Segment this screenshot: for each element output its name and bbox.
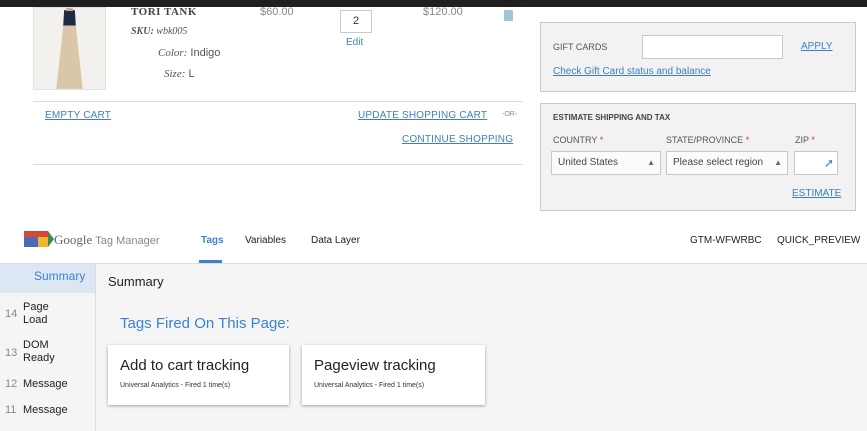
gtm-debug-panel: Summary 14 Page Load 13 DOM Ready 12 Mes… bbox=[0, 264, 867, 431]
zip-label: ZIP * bbox=[795, 135, 815, 145]
tab-data-layer[interactable]: Data Layer bbox=[311, 235, 360, 246]
country-label: COUNTRY * bbox=[553, 135, 603, 145]
sidebar-item-label: Page Load bbox=[23, 301, 49, 326]
country-label-text: COUNTRY bbox=[553, 135, 598, 145]
sidebar-item-label: DOM Ready bbox=[23, 339, 55, 364]
active-tab-indicator bbox=[199, 260, 222, 263]
sidebar-item-label: Message bbox=[23, 404, 68, 416]
zip-input[interactable]: ➚ bbox=[794, 151, 838, 175]
event-number: 13 bbox=[5, 347, 18, 359]
tag-name: Pageview tracking bbox=[314, 357, 436, 374]
product-image[interactable] bbox=[33, 7, 106, 90]
empty-cart-link[interactable]: EMPTY CART bbox=[45, 110, 111, 121]
required-mark: * bbox=[745, 135, 750, 145]
gift-cards-panel: GIFT CARDS APPLY Check Gift Card status … bbox=[540, 22, 856, 92]
divider bbox=[33, 164, 523, 165]
divider bbox=[33, 101, 523, 102]
tag-card[interactable]: Pageview tracking Universal Analytics - … bbox=[302, 345, 485, 405]
remove-item-icon[interactable] bbox=[504, 10, 513, 21]
required-mark: * bbox=[811, 135, 815, 145]
tag-card[interactable]: Add to cart tracking Universal Analytics… bbox=[108, 345, 289, 405]
zip-label-text: ZIP bbox=[795, 135, 809, 145]
event-number: 11 bbox=[5, 404, 17, 416]
tag-meta: Universal Analytics - Fired 1 time(s) bbox=[120, 382, 231, 389]
product-color: Color: Indigo bbox=[158, 47, 220, 59]
select-arrows-icon: ▲ bbox=[647, 158, 655, 167]
tag-meta: Universal Analytics - Fired 1 time(s) bbox=[314, 382, 425, 389]
or-separator: -OR- bbox=[502, 111, 518, 118]
event-number: 12 bbox=[5, 378, 18, 390]
sidebar-item-dom-ready[interactable]: 13 DOM Ready bbox=[0, 334, 95, 370]
gift-cards-label: GIFT CARDS bbox=[553, 42, 608, 52]
tags-fired-heading: Tags Fired On This Page: bbox=[120, 315, 290, 332]
update-cart-link[interactable]: UPDATE SHOPPING CART bbox=[358, 110, 487, 121]
quick-preview-label[interactable]: QUICK_PREVIEW bbox=[777, 235, 860, 246]
tab-tags[interactable]: Tags bbox=[201, 235, 224, 246]
sidebar-item-message[interactable]: 12 Message bbox=[0, 375, 95, 395]
sidebar-item-page-load[interactable]: 14 Page Load bbox=[0, 295, 95, 331]
page-title: Summary bbox=[108, 274, 164, 289]
sidebar-item-summary[interactable]: Summary bbox=[0, 264, 95, 293]
tab-variables[interactable]: Variables bbox=[245, 235, 286, 246]
country-select[interactable]: United States ▲ bbox=[551, 151, 661, 175]
gtm-brand: Google Tag Manager bbox=[54, 232, 160, 248]
edit-item-link[interactable]: Edit bbox=[346, 37, 363, 48]
size-value: L bbox=[188, 68, 195, 80]
product-name[interactable]: TORI TANK bbox=[131, 6, 197, 18]
event-number: 14 bbox=[5, 308, 18, 320]
tag-name: Add to cart tracking bbox=[120, 357, 250, 374]
state-label: STATE/PROVINCE * bbox=[666, 135, 749, 145]
product-photo-icon bbox=[34, 8, 105, 89]
gtm-debug-header: Google Tag Manager Tags Variables Data L… bbox=[0, 212, 867, 264]
brand-google: Google bbox=[54, 232, 93, 247]
autofill-key-icon: ➚ bbox=[823, 156, 834, 170]
estimate-shipping-panel: ESTIMATE SHIPPING AND TAX COUNTRY * STAT… bbox=[540, 103, 856, 211]
sku-value: wbk005 bbox=[156, 26, 188, 37]
sidebar-item-message[interactable]: 11 Message bbox=[0, 401, 95, 421]
item-price: $60.00 bbox=[260, 6, 294, 18]
sku-label: SKU: bbox=[131, 26, 154, 37]
sidebar-item-label: Message bbox=[23, 378, 68, 390]
country-value: United States bbox=[558, 157, 619, 168]
item-subtotal: $120.00 bbox=[423, 6, 463, 18]
shopping-cart-page: TORI TANK SKU: wbk005 Color: Indigo Size… bbox=[0, 0, 867, 212]
state-label-text: STATE/PROVINCE bbox=[666, 135, 744, 145]
product-size: Size: L bbox=[164, 68, 195, 80]
select-arrows-icon: ▲ bbox=[774, 158, 782, 167]
gift-card-input[interactable] bbox=[642, 35, 783, 59]
state-select[interactable]: Please select region ▲ bbox=[666, 151, 788, 175]
estimate-link[interactable]: ESTIMATE bbox=[792, 188, 841, 199]
state-value: Please select region bbox=[673, 157, 764, 168]
product-sku: SKU: wbk005 bbox=[131, 26, 187, 37]
color-label: Color: bbox=[158, 47, 188, 59]
continue-shopping-link[interactable]: CONTINUE SHOPPING bbox=[402, 134, 513, 145]
sidebar-item-label: Summary bbox=[34, 269, 86, 283]
required-mark: * bbox=[599, 135, 604, 145]
tag-manager-logo-icon bbox=[24, 231, 54, 247]
shipping-title: ESTIMATE SHIPPING AND TAX bbox=[553, 113, 671, 122]
apply-gift-card-link[interactable]: APPLY bbox=[801, 41, 833, 52]
container-id: GTM-WFWRBC bbox=[690, 235, 762, 246]
brand-tag-manager: Tag Manager bbox=[95, 235, 160, 247]
size-label: Size: bbox=[164, 68, 186, 80]
event-sidebar: Summary 14 Page Load 13 DOM Ready 12 Mes… bbox=[0, 264, 96, 431]
check-gift-card-link[interactable]: Check Gift Card status and balance bbox=[553, 66, 711, 77]
color-value: Indigo bbox=[190, 47, 221, 59]
quantity-input[interactable]: 2 bbox=[340, 10, 372, 33]
